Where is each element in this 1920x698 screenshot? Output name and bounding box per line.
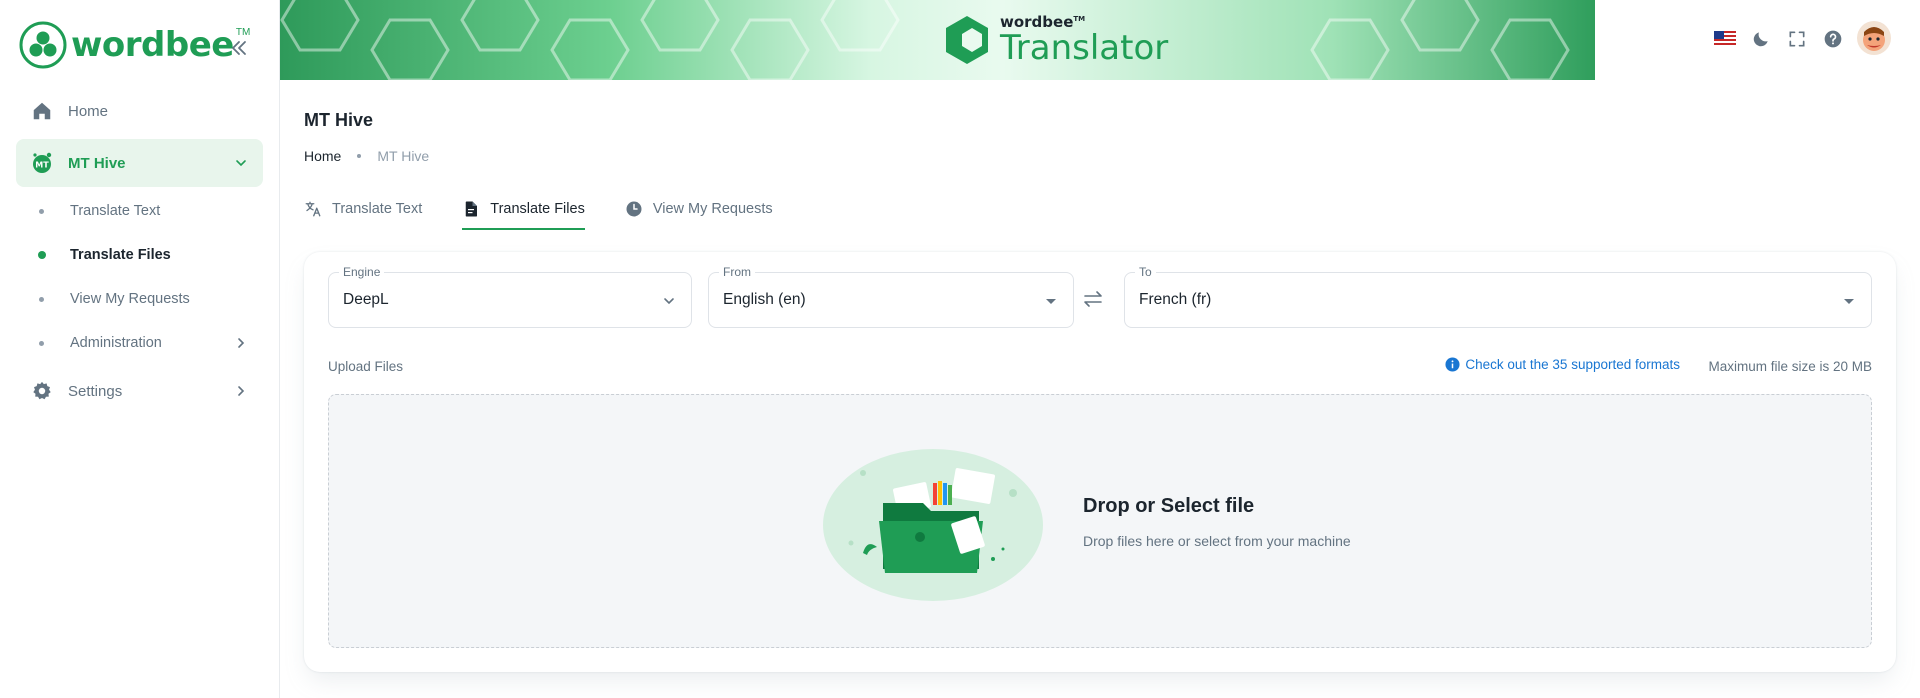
bullet-dot	[39, 296, 44, 302]
bullet-dot	[38, 251, 46, 259]
sidebar-subitem-label: Translate Files	[70, 247, 171, 263]
sidebar-subitem-translate-files[interactable]: Translate Files	[16, 235, 263, 275]
drop-subtitle: Drop files here or select from your mach…	[1083, 533, 1351, 549]
mt-hive-icon: MT	[30, 151, 54, 175]
sidebar-item-label: MT Hive	[68, 154, 126, 172]
sidebar: wordbee TM Home MT MT Hive Translate Tex…	[0, 0, 280, 698]
upload-folder-illustration	[823, 449, 1043, 601]
chevron-down-icon	[236, 160, 246, 167]
page-title: MT Hive	[304, 110, 374, 130]
max-file-size-text: Maximum file size is 20 MB	[1708, 359, 1872, 374]
tab-translate-text[interactable]: Translate Text	[304, 190, 422, 228]
sidebar-subitem-translate-text[interactable]: Translate Text	[16, 191, 263, 231]
file-dropzone[interactable]: Drop or Select file Drop files here or s…	[328, 394, 1872, 648]
wordbee-logo[interactable]: wordbee TM	[19, 21, 250, 69]
sidebar-subitem-administration[interactable]: Administration	[16, 323, 263, 363]
sidebar-item-label: Settings	[68, 382, 123, 400]
home-icon	[30, 99, 54, 123]
translator-logo-icon	[946, 16, 988, 64]
logo-text: wordbee	[71, 25, 234, 65]
bullet-dot	[39, 208, 44, 214]
chevron-down-icon	[664, 298, 674, 305]
info-icon	[1445, 357, 1460, 372]
wordbee-logo-icon	[19, 21, 67, 69]
mt-hive-icon-text: MT	[35, 161, 49, 170]
supported-formats-text: Check out the 35 supported formats	[1465, 357, 1680, 372]
drop-title: Drop or Select file	[1083, 495, 1255, 517]
help-icon[interactable]	[1822, 28, 1844, 50]
tab-label: View My Requests	[652, 201, 773, 217]
caret-down-icon	[1844, 299, 1854, 304]
sidebar-item-home[interactable]: Home	[16, 87, 263, 135]
file-icon	[462, 200, 480, 218]
sidebar-subitem-label: Translate Text	[70, 203, 161, 219]
breadcrumb-home-link[interactable]: Home	[304, 148, 341, 164]
from-value: English (en)	[723, 291, 806, 308]
engine-label: Engine	[339, 265, 385, 279]
fullscreen-icon[interactable]	[1786, 28, 1808, 50]
tab-view-my-requests[interactable]: View My Requests	[625, 190, 773, 228]
banner-title: Translator	[1000, 28, 1169, 68]
sidebar-item-settings[interactable]: Settings	[16, 367, 263, 415]
from-label: From	[719, 265, 755, 279]
breadcrumb: Home MT Hive	[304, 148, 429, 164]
translate-icon	[304, 200, 322, 218]
avatar[interactable]	[1856, 20, 1892, 56]
chevron-right-icon	[238, 386, 245, 396]
tabs: Translate Text Translate Files View My R…	[304, 190, 813, 230]
breadcrumb-separator	[357, 154, 362, 158]
tab-translate-files[interactable]: Translate Files	[462, 190, 585, 230]
hexagon-pattern	[280, 0, 1570, 80]
to-language-select[interactable]: To French (fr)	[1124, 265, 1872, 328]
us-flag-icon[interactable]	[1714, 28, 1736, 50]
collapse-sidebar-icon[interactable]	[227, 36, 251, 60]
supported-formats-link[interactable]: Check out the 35 supported formats	[1445, 357, 1680, 372]
clock-icon	[625, 200, 643, 218]
caret-down-icon	[1046, 299, 1056, 304]
sidebar-item-mt-hive[interactable]: MT MT Hive	[16, 139, 263, 187]
breadcrumb-current: MT Hive	[377, 148, 430, 164]
tab-label: Translate Text	[332, 201, 423, 217]
moon-icon[interactable]	[1750, 28, 1772, 50]
gear-icon	[30, 379, 54, 403]
sidebar-subitem-label: View My Requests	[70, 291, 190, 307]
swap-languages-icon[interactable]	[1082, 290, 1104, 308]
to-value: French (fr)	[1139, 291, 1212, 308]
tab-label: Translate Files	[490, 201, 585, 217]
engine-value: DeepL	[343, 291, 389, 308]
translator-logo: wordbeeTM Translator	[940, 14, 1168, 66]
from-language-select[interactable]: From English (en)	[708, 265, 1074, 328]
sidebar-subitem-view-my-requests[interactable]: View My Requests	[16, 279, 263, 319]
sidebar-subitem-label: Administration	[70, 335, 162, 351]
bullet-dot	[39, 340, 44, 346]
translate-files-card: Engine DeepL From English (en) To French…	[304, 252, 1896, 672]
upload-files-label: Upload Files	[328, 359, 404, 374]
chevron-right-icon	[238, 338, 245, 348]
engine-select[interactable]: Engine DeepL	[328, 265, 692, 328]
to-label: To	[1135, 265, 1156, 279]
sidebar-item-label: Home	[68, 102, 109, 120]
header-banner: wordbeeTM Translator	[280, 0, 1595, 80]
